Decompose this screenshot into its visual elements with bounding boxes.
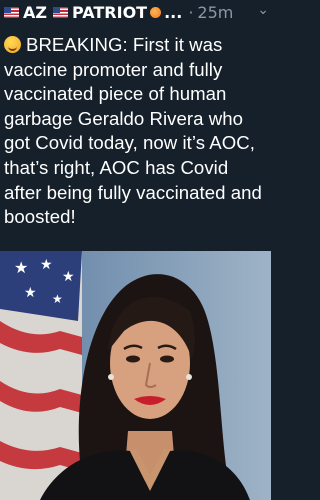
tweet-header: AZ PATRIOT ... · 25m [4,0,271,24]
author-prefix[interactable]: AZ [23,3,47,22]
svg-text:★: ★ [14,258,28,277]
american-flag-background: ★ ★ ★ ★ ★ [0,251,82,500]
peach-emoji-icon [150,6,162,18]
us-flag-icon [4,6,19,18]
separator-dot: · [188,2,194,22]
svg-text:★: ★ [40,257,53,273]
chevron-down-icon[interactable]: ⌄ [257,2,269,18]
grinning-sweat-emoji-icon [4,36,21,53]
tweet-text: BREAKING: First it was vaccine promoter … [4,34,268,228]
author-name[interactable]: PATRIOT [72,3,147,22]
tweet-text-container: BREAKING: First it was vaccine promoter … [4,33,268,230]
author-ellipsis: ... [164,2,183,22]
svg-text:★: ★ [62,269,75,285]
tweet-photo[interactable]: ★ ★ ★ ★ ★ [0,251,271,500]
portrait-illustration: ★ ★ ★ ★ ★ [0,251,271,500]
us-flag-icon [52,6,68,18]
tweet-timestamp[interactable]: 25m [197,3,233,22]
svg-text:★: ★ [24,285,37,301]
svg-text:★: ★ [52,292,63,306]
